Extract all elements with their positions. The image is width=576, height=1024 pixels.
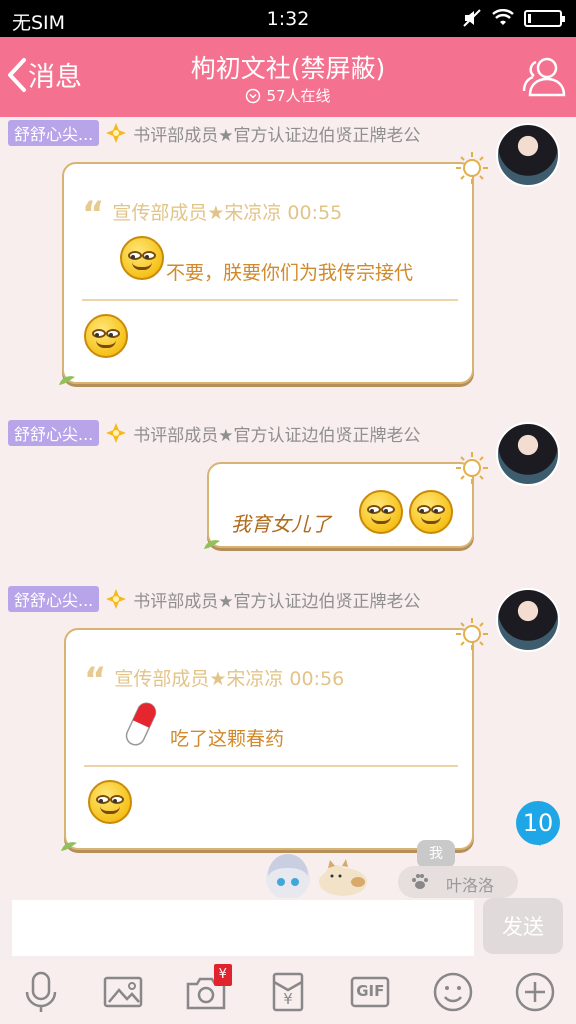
viewer-chip[interactable]: 叶洛洛 [398, 866, 518, 898]
gif-label: GIF [356, 982, 385, 1000]
smirk-emoji-icon [120, 236, 164, 280]
message-item: 舒舒心尖... 书评部成员★官方认证边伯贤正牌老公 我育女儿了 [0, 420, 576, 560]
sticker-characters-icon [266, 854, 367, 898]
message-bubble[interactable]: 我育女儿了 [204, 462, 474, 549]
red-packet-button[interactable]: ¥ [266, 970, 310, 1014]
send-button[interactable]: 发送 [483, 898, 563, 954]
red-packet-symbol: ¥ [283, 990, 293, 1008]
quote-text: 吃了这颗春药 [170, 728, 285, 750]
message-item: 舒舒心尖... 书评部成员★官方认证边伯贤正牌老公 “宣传部成员★宋凉凉 00:… [0, 586, 576, 856]
mute-icon [463, 9, 481, 27]
battery-icon [524, 9, 565, 27]
group-members-icon[interactable] [520, 53, 566, 99]
viewer-name: 叶洛洛 [446, 876, 495, 895]
input-toolbar: ¥ ¥ GIF [0, 960, 576, 1024]
status-bar: 无SIM 1:32 [0, 0, 576, 37]
emoji-icon[interactable] [431, 970, 475, 1014]
diamond-badge-icon [106, 423, 127, 443]
unread-count-badge[interactable]: 10 [516, 801, 560, 846]
message-input[interactable] [12, 900, 474, 956]
diamond-badge-icon [106, 589, 127, 609]
online-count-text: 57人在线 [266, 87, 331, 105]
avatar[interactable] [496, 588, 560, 652]
quote-mark-icon: “ [84, 660, 107, 700]
camera-button[interactable]: ¥ [184, 964, 232, 1014]
divider [82, 299, 458, 301]
sender-role: 书评部成员★官方认证边伯贤正牌老公 [133, 425, 421, 446]
chat-header: 消息 枸初文社(禁屏蔽) 57人在线 [0, 37, 576, 117]
online-count: 57人在线 [0, 85, 576, 106]
sender-nick[interactable]: 舒舒心尖... [8, 586, 100, 612]
quote-header: “宣传部成员★宋凉凉 00:56 [84, 660, 345, 700]
message-bubble[interactable]: “宣传部成员★宋凉凉 00:55 不要，朕要你们为我传宗接代 [59, 162, 474, 385]
leaf-decoration-icon [61, 842, 77, 851]
avatar[interactable] [496, 123, 560, 187]
sun-decoration-icon [456, 152, 488, 184]
camera-red-badge: ¥ [213, 964, 232, 986]
gif-button[interactable]: GIF [348, 970, 392, 1014]
microphone-icon[interactable] [19, 970, 63, 1014]
sender-role: 书评部成员★官方认证边伯贤正牌老公 [133, 591, 421, 612]
quote-text: 不要，朕要你们为我传宗接代 [166, 262, 414, 284]
avatar[interactable] [496, 422, 560, 486]
wifi-icon [492, 9, 514, 25]
smirk-emoji-icon [359, 490, 403, 534]
message-item: 舒舒心尖... 书评部成员★官方认证边伯贤正牌老公 “宣传部成员★宋凉凉 00:… [0, 120, 576, 390]
pill-icon [125, 702, 157, 746]
message-bubble[interactable]: “宣传部成员★宋凉凉 00:56 吃了这颗春药 [61, 628, 474, 851]
me-tag: 我 [417, 840, 455, 868]
sender-role: 书评部成员★官方认证边伯贤正牌老公 [133, 125, 421, 146]
smirk-emoji-icon [409, 490, 453, 534]
sun-decoration-icon [456, 618, 488, 650]
online-icon [246, 88, 261, 103]
sun-decoration-icon [456, 452, 488, 484]
quote-mark-icon: “ [82, 194, 105, 234]
image-icon[interactable] [101, 970, 145, 1014]
compose-bar: 发送 [0, 898, 576, 960]
paw-icon [412, 874, 428, 889]
diamond-badge-icon [106, 123, 127, 143]
quote-header: “宣传部成员★宋凉凉 00:55 [82, 194, 343, 234]
sender-nick[interactable]: 舒舒心尖... [8, 420, 100, 446]
leaf-decoration-icon [59, 376, 75, 385]
leaf-decoration-icon [204, 540, 220, 549]
sender-nick[interactable]: 舒舒心尖... [8, 120, 100, 146]
smirk-emoji-icon [88, 780, 132, 824]
message-text: 我育女儿了 [231, 512, 331, 536]
plus-icon[interactable] [513, 970, 557, 1014]
divider [84, 765, 458, 767]
group-title: 枸初文社(禁屏蔽) [190, 54, 386, 83]
smirk-emoji-icon [84, 314, 128, 358]
